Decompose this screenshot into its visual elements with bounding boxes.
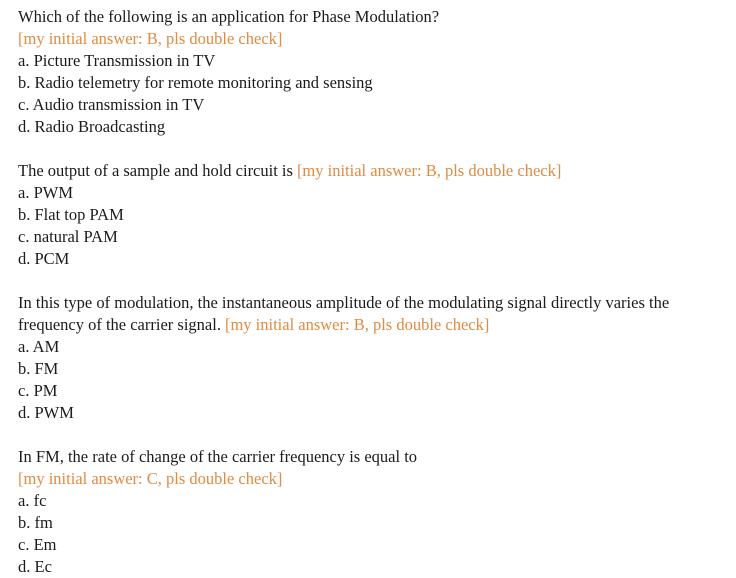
- choice-option[interactable]: c. Em: [18, 534, 728, 556]
- choice-option[interactable]: b. Flat top PAM: [18, 204, 728, 226]
- choice-option[interactable]: d. PWM: [18, 402, 728, 424]
- choice-option[interactable]: b. fm: [18, 512, 728, 534]
- question-block: Which of the following is an application…: [18, 6, 728, 138]
- choice-option[interactable]: d. Radio Broadcasting: [18, 116, 728, 138]
- choice-option[interactable]: b. FM: [18, 358, 728, 380]
- question-stem-text: Which of the following is an application…: [18, 7, 440, 26]
- question-stem: In this type of modulation, the instanta…: [18, 292, 728, 336]
- question-stem: The output of a sample and hold circuit …: [18, 160, 728, 182]
- choice-option[interactable]: c. PM: [18, 380, 728, 402]
- initial-answer-annotation: [my initial answer: B, pls double check]: [18, 29, 283, 48]
- choice-option[interactable]: a. fc: [18, 490, 728, 512]
- question-stem-text: In FM, the rate of change of the carrier…: [18, 447, 418, 466]
- question-stem: Which of the following is an application…: [18, 6, 728, 50]
- choice-option[interactable]: a. Picture Transmission in TV: [18, 50, 728, 72]
- choice-option[interactable]: c. natural PAM: [18, 226, 728, 248]
- initial-answer-annotation: [my initial answer: B, pls double check]: [296, 161, 562, 180]
- question-stem-text: The output of a sample and hold circuit …: [18, 161, 293, 180]
- initial-answer-annotation: [my initial answer: B, pls double check]: [224, 315, 490, 334]
- choice-option[interactable]: d. PCM: [18, 248, 728, 270]
- question-stem: In FM, the rate of change of the carrier…: [18, 446, 728, 490]
- question-block: In FM, the rate of change of the carrier…: [18, 446, 728, 578]
- choice-option[interactable]: a. AM: [18, 336, 728, 358]
- question-block: The output of a sample and hold circuit …: [18, 160, 728, 270]
- choice-option[interactable]: d. Ec: [18, 556, 728, 578]
- choice-option[interactable]: c. Audio transmission in TV: [18, 94, 728, 116]
- choice-option[interactable]: a. PWM: [18, 182, 728, 204]
- question-block: In this type of modulation, the instanta…: [18, 292, 728, 424]
- choice-option[interactable]: b. Radio telemetry for remote monitoring…: [18, 72, 728, 94]
- quiz-document: Which of the following is an application…: [0, 0, 736, 578]
- initial-answer-annotation: [my initial answer: C, pls double check]: [18, 469, 283, 488]
